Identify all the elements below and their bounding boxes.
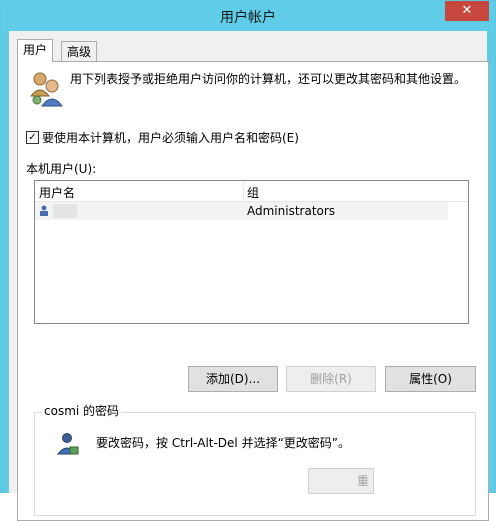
table-row[interactable]: Administrators [35,202,448,220]
dialog-client: 用户 高级 用下列表授予或拒绝用户访问你的计算机，还可以更改其密码和其他设置。 … [9,31,489,521]
user-accounts-window: 用户帐户 ✕ 用户 高级 用下列表授予或拒绝用户访问你的计算机，还可以更改其密码… [0,0,496,521]
close-button[interactable]: ✕ [445,1,489,21]
tab-advanced[interactable]: 高级 [61,41,98,61]
password-groupbox [34,412,476,516]
column-header-group[interactable]: 组 [247,184,259,201]
column-header-username[interactable]: 用户名 [39,184,75,201]
user-icon [40,205,48,216]
check-icon: ✓ [28,132,37,143]
close-icon: ✕ [461,3,473,18]
header-separator [243,181,244,201]
window-title: 用户帐户 [220,10,276,26]
users-icon [29,72,63,107]
group-cell: Administrators [247,204,336,218]
local-users-list[interactable]: 用户名 组 Administrators [34,180,469,324]
list-header: 用户名 组 [35,181,468,202]
require-login-checkbox[interactable]: ✓ [26,131,39,144]
reset-password-button[interactable]: 重 [308,468,374,494]
users-tab-panel: 用下列表授予或拒绝用户访问你的计算机，还可以更改其密码和其他设置。 ✓ 要使用本… [17,61,489,521]
username-redacted [53,204,77,218]
remove-button[interactable]: 删除(R) [286,366,376,392]
password-group-legend: cosmi 的密码 [42,402,122,419]
local-users-label: 本机用户(U): [26,162,97,176]
add-button[interactable]: 添加(D)... [188,366,278,392]
users-description: 用下列表授予或拒绝用户访问你的计算机，还可以更改其密码和其他设置。 [70,72,467,86]
user-password-icon [56,433,79,455]
title-bar[interactable]: 用户帐户 ✕ [1,1,495,31]
tab-users[interactable]: 用户 [17,39,54,62]
password-instructions: 要改密码，按 Ctrl-Alt-Del 并选择“更改密码”。 [96,436,351,450]
properties-button[interactable]: 属性(O) [385,366,476,392]
require-login-label[interactable]: 要使用本计算机，用户必须输入用户名和密码(E) [42,129,299,146]
